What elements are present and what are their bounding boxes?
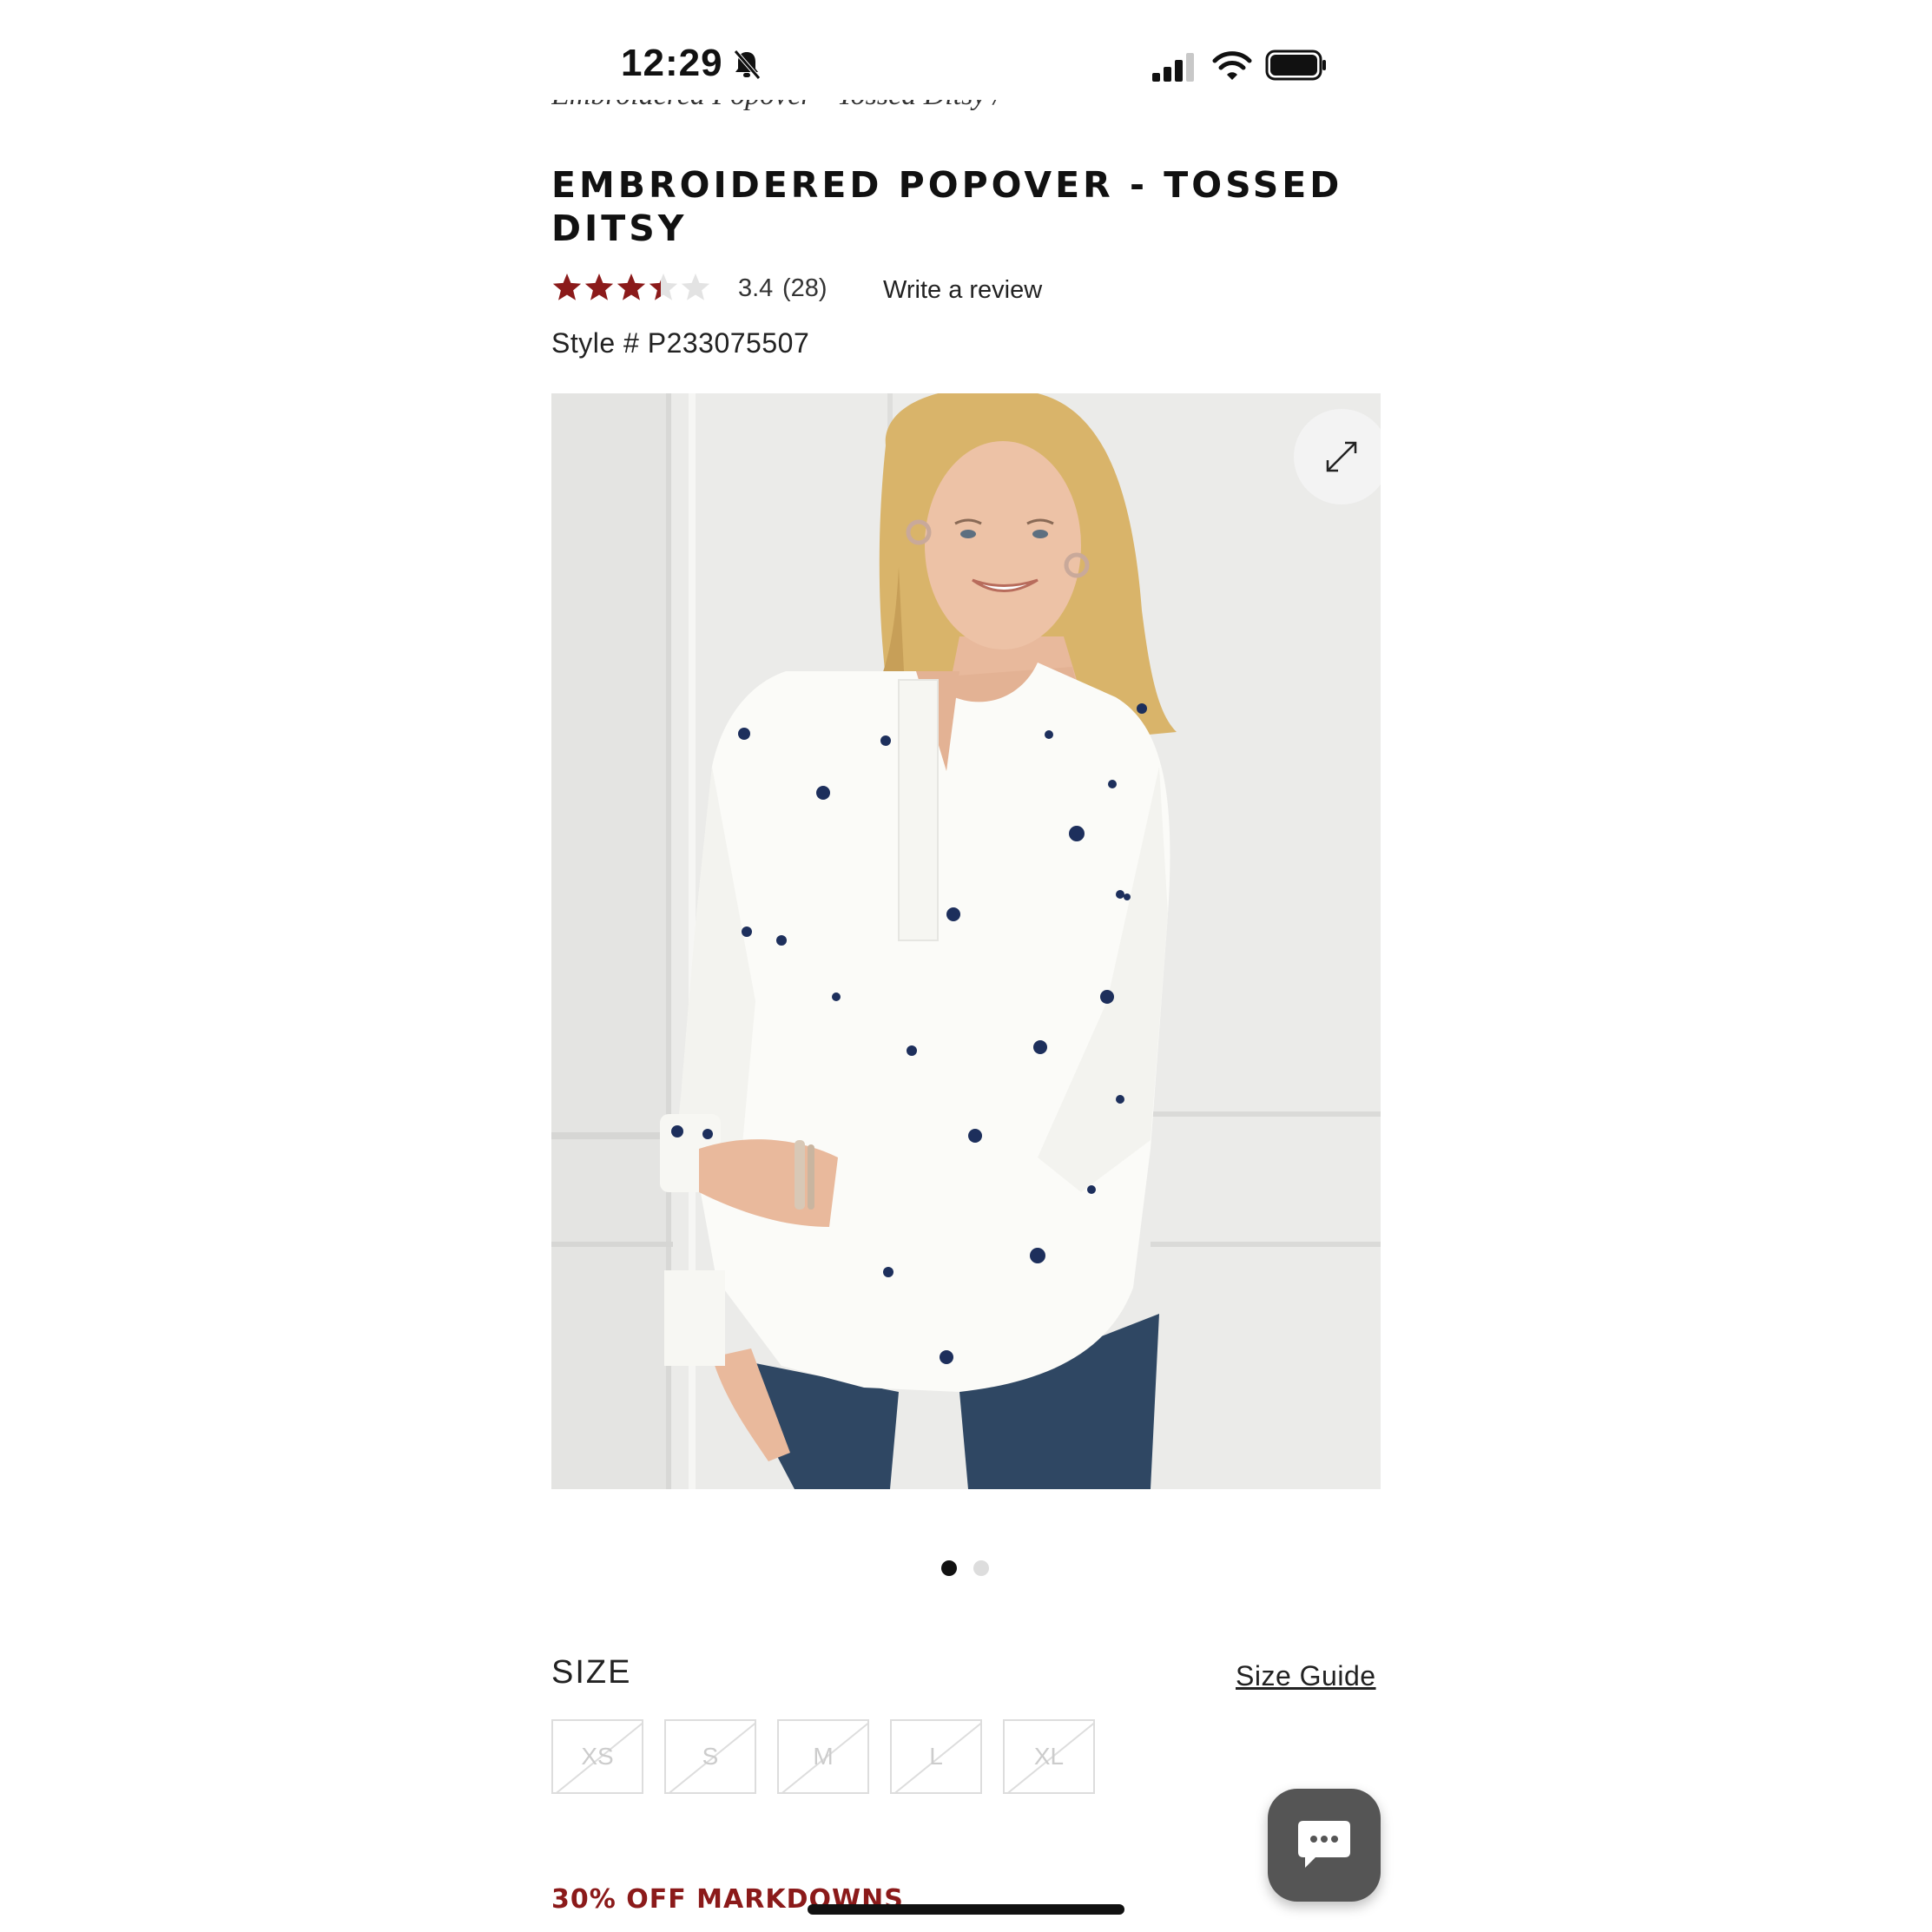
home-indicator[interactable] [808, 1904, 1124, 1915]
cellular-signal-icon [1151, 52, 1199, 83]
expand-image-button[interactable] [1294, 409, 1381, 504]
wifi-icon [1211, 49, 1253, 83]
product-image[interactable] [551, 393, 1381, 1489]
star-icon [584, 274, 614, 300]
gallery-pagination [525, 1560, 1407, 1581]
size-label: SIZE [551, 1654, 632, 1691]
rating-count[interactable]: (28) [782, 274, 828, 303]
product-photo [551, 393, 1381, 1489]
size-option-l[interactable]: L [890, 1719, 982, 1794]
product-page: 12:29 EMBROIDERED POPOVER - TOSSED DITSY… [525, 0, 1407, 1932]
chat-bubble-icon [1298, 1821, 1350, 1868]
bell-muted-icon [729, 47, 764, 82]
rating-stars[interactable] [551, 271, 712, 306]
star-icon [552, 274, 582, 300]
chat-button[interactable] [1268, 1789, 1381, 1902]
gallery-dot-2[interactable] [973, 1560, 989, 1576]
rating-value: 3.4 [738, 274, 774, 302]
star-icon [649, 274, 678, 300]
gallery-dot-1[interactable] [941, 1560, 957, 1576]
size-option-s[interactable]: S [664, 1719, 756, 1794]
rating-row: 3.4 (28) Write a review [551, 269, 1333, 313]
size-options: XS S M L XL [551, 1719, 1159, 1797]
product-title: EMBROIDERED POPOVER - TOSSED DITSY [551, 164, 1343, 249]
write-review-link[interactable]: Write a review [883, 276, 1042, 305]
size-option-xl[interactable]: XL [1003, 1719, 1095, 1794]
status-time: 12:29 [621, 42, 723, 84]
battery-icon [1265, 49, 1328, 82]
status-bar: 12:29 [525, 35, 1407, 96]
size-guide-link[interactable]: Size Guide [1236, 1660, 1376, 1692]
star-icon [617, 274, 646, 300]
expand-icon [1326, 441, 1357, 472]
star-icon [681, 274, 710, 300]
style-number: Style # P233075507 [551, 327, 810, 359]
size-option-xs[interactable]: XS [551, 1719, 643, 1794]
size-option-m[interactable]: M [777, 1719, 869, 1794]
breadcrumb[interactable]: Embroidered Popover - Tossed Ditsy / [551, 100, 1072, 135]
